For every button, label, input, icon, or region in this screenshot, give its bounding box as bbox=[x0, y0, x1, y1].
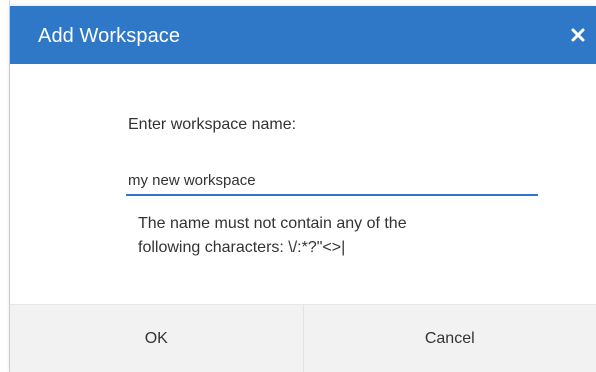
dialog-title: Add Workspace bbox=[38, 25, 181, 47]
add-workspace-dialog: Add Workspace Enter workspace name: The … bbox=[10, 6, 596, 372]
workspace-name-label: Enter workspace name: bbox=[128, 116, 297, 133]
screen: Add Workspace Enter workspace name: The … bbox=[0, 0, 596, 372]
validation-hint-line-2: following characters: \/:*?"<>| bbox=[138, 239, 346, 256]
dialog-footer: OK Cancel bbox=[10, 304, 596, 372]
background-window-edge bbox=[0, 0, 10, 372]
workspace-name-input[interactable] bbox=[126, 166, 538, 196]
close-button[interactable] bbox=[566, 22, 590, 48]
dialog-body: Enter workspace name: The name must not … bbox=[10, 64, 596, 304]
validation-hint: The name must not contain any of the fol… bbox=[138, 212, 538, 260]
ok-button[interactable]: OK bbox=[10, 305, 303, 372]
close-icon bbox=[571, 28, 585, 42]
cancel-button[interactable]: Cancel bbox=[302, 305, 596, 372]
dialog-titlebar: Add Workspace bbox=[10, 6, 596, 64]
validation-hint-line-1: The name must not contain any of the bbox=[138, 215, 407, 232]
